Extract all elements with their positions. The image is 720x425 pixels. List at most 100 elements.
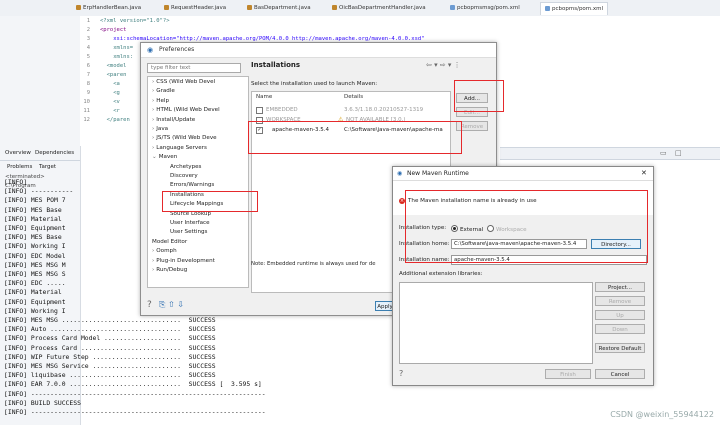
- console-line: [INFO] MES Base: [4, 233, 62, 242]
- extension-libraries-list[interactable]: [399, 282, 593, 364]
- code-line: <r: [100, 108, 120, 114]
- tree-item[interactable]: Discovery: [170, 173, 198, 179]
- editor-tab[interactable]: BasDepartment.java: [243, 2, 315, 14]
- preferences-titlebar: ◉ Preferences: [141, 43, 496, 58]
- chevron-right-icon[interactable]: ›: [152, 126, 154, 132]
- chevron-right-icon[interactable]: ›: [152, 248, 154, 254]
- tab-dependencies[interactable]: Dependencies: [32, 149, 77, 158]
- tree-item[interactable]: › Plug-in Development: [152, 258, 215, 264]
- tree-item[interactable]: Errors/Warnings: [170, 182, 214, 188]
- tree-item[interactable]: › Oomph: [152, 248, 177, 254]
- tab-problems[interactable]: Problems: [4, 163, 35, 172]
- console-line: [INFO] liquibase .......................…: [4, 371, 216, 380]
- down-button[interactable]: Down: [595, 324, 645, 334]
- console-line: [INFO] ---------------------------------…: [4, 389, 266, 398]
- tree-item-label: Oomph: [156, 248, 177, 255]
- tree-item-label: Plug-in Development: [156, 257, 215, 264]
- embedded-note: Note: Embedded runtime is always used fo…: [251, 261, 376, 267]
- editor-tab[interactable]: OicBasDepartmentHandler.java: [328, 2, 430, 14]
- table-row[interactable]: EMBEDDED 3.6.3/1.18.0.20210527-1319: [252, 106, 450, 115]
- line-number: 9: [86, 90, 90, 96]
- chevron-right-icon[interactable]: ›: [152, 107, 154, 113]
- console-line: [INFO] Material: [4, 288, 62, 297]
- tree-item[interactable]: › HTML (Wild Web Devel: [152, 107, 220, 113]
- tab-overview[interactable]: Overview: [2, 149, 34, 158]
- nav-arrows-icon[interactable]: ⇦ ▾ ⇨ ▾ ⋮: [426, 61, 461, 69]
- java-file-icon: [332, 5, 337, 10]
- tree-item-label: Errors/Warnings: [170, 182, 215, 189]
- tree-item[interactable]: › Install/Update: [152, 117, 195, 123]
- finish-button[interactable]: Finish: [545, 369, 591, 379]
- tree-item[interactable]: › Gradle: [152, 88, 175, 94]
- xml-file-icon: [450, 5, 455, 10]
- console-line: [INFO] MES MSG Service .................…: [4, 362, 216, 370]
- tree-item[interactable]: › Language Servers: [152, 145, 207, 151]
- java-file-icon: [247, 5, 252, 10]
- editor-tab[interactable]: ErpHandlerBean.java: [72, 2, 145, 14]
- minimize-icon[interactable]: ▭: [660, 149, 667, 157]
- tree-item-label: JS/TS (Wild Web Deve: [156, 135, 217, 142]
- highlight-box: [454, 80, 504, 112]
- tree-item-label: Language Servers: [156, 144, 207, 151]
- editor-tab-active[interactable]: pcbopms/pom.xml: [540, 2, 609, 15]
- line-number: 6: [86, 63, 90, 69]
- tree-item-label: HTML (Wild Web Devel: [156, 107, 220, 114]
- tab-target[interactable]: Target: [36, 163, 59, 172]
- console-line: [INFO] BUILD SUCCESS: [4, 398, 81, 407]
- chevron-right-icon[interactable]: ›: [152, 117, 154, 123]
- maximize-icon[interactable]: □: [675, 149, 682, 157]
- console-line: [INFO] Working I: [4, 306, 66, 315]
- console-line: [INFO] Equipment: [4, 297, 66, 306]
- help-icon[interactable]: ?: [147, 300, 152, 310]
- line-number: 7: [86, 72, 90, 78]
- preferences-title: Preferences: [159, 46, 195, 53]
- tree-item[interactable]: Archetypes: [170, 164, 201, 170]
- tree-item[interactable]: ⌄ Maven: [152, 154, 177, 160]
- project-button[interactable]: Project...: [595, 282, 645, 292]
- cancel-button[interactable]: Cancel: [595, 369, 645, 379]
- line-number: 11: [83, 108, 90, 114]
- line-number: 1: [86, 18, 90, 24]
- column-header-details: Details: [344, 94, 364, 100]
- tree-item[interactable]: › CSS (Wild Web Devel: [152, 79, 215, 85]
- xml-file-icon: [545, 6, 550, 11]
- editor-tab[interactable]: RequestHeader.java: [160, 2, 230, 14]
- tree-item[interactable]: › JS/TS (Wild Web Deve: [152, 135, 217, 141]
- chevron-right-icon[interactable]: ›: [152, 135, 154, 141]
- preferences-tree: › CSS (Wild Web Devel › Gradle › Help › HTML (W…: [147, 76, 249, 288]
- code-line: <v: [100, 99, 120, 105]
- up-button[interactable]: Up: [595, 310, 645, 320]
- extension-libraries-label: Additional extension libraries:: [399, 271, 483, 277]
- tree-item-label: Install/Update: [156, 116, 196, 123]
- tree-item[interactable]: Model Editor: [152, 239, 187, 245]
- tree-item[interactable]: › Run/Debug: [152, 267, 187, 273]
- chevron-right-icon[interactable]: ›: [152, 98, 154, 104]
- chevron-right-icon[interactable]: ›: [152, 145, 154, 151]
- page-title: Installations: [251, 61, 301, 69]
- line-number: 5: [86, 54, 90, 60]
- editor-tab[interactable]: pcbopmsmsg/pom.xml: [446, 2, 524, 14]
- eclipse-icon: ◉: [397, 170, 403, 177]
- package-explorer-pane: [0, 16, 81, 147]
- checkbox[interactable]: [256, 107, 263, 114]
- help-icon[interactable]: ?: [399, 369, 403, 378]
- code-line: </paren: [100, 117, 130, 123]
- filter-input[interactable]: [147, 63, 241, 73]
- tree-item[interactable]: User Interface: [170, 220, 210, 226]
- highlight-box: [248, 121, 462, 154]
- tree-item[interactable]: › Help: [152, 98, 169, 104]
- close-icon[interactable]: ✕: [641, 169, 647, 177]
- remove-library-button[interactable]: Remove: [595, 296, 645, 306]
- tree-item[interactable]: › Java: [152, 126, 168, 132]
- java-file-icon: [76, 5, 81, 10]
- chevron-right-icon[interactable]: ›: [152, 258, 154, 264]
- chevron-down-icon[interactable]: ⌄: [152, 154, 157, 160]
- chevron-right-icon[interactable]: ›: [152, 79, 154, 85]
- restore-default-button[interactable]: Restore Default: [595, 343, 645, 353]
- maven-dialog-title: New Maven Runtime: [407, 170, 469, 177]
- tree-item-label: Run/Debug: [156, 267, 188, 273]
- chevron-right-icon[interactable]: ›: [152, 267, 154, 273]
- chevron-right-icon[interactable]: ›: [152, 88, 154, 94]
- tree-item[interactable]: User Settings: [170, 229, 207, 235]
- import-export-icons[interactable]: ⎘ ⇧ ⇩: [159, 300, 184, 310]
